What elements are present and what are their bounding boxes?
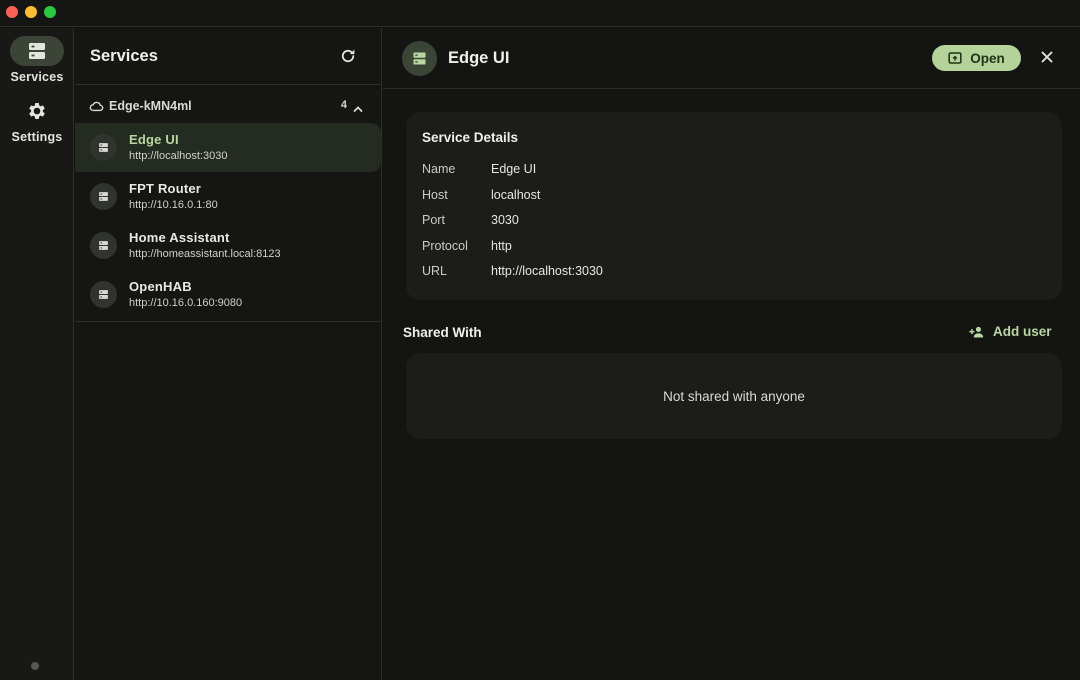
server-icon (413, 52, 426, 65)
detail-value: 3030 (491, 213, 519, 227)
services-panel: Services Edge-kMN4ml 4 Edge UI http://lo… (75, 28, 382, 680)
service-row-openhab[interactable]: OpenHAB http://10.16.0.160:9080 (75, 270, 381, 319)
service-url: http://localhost:3030 (129, 150, 228, 162)
add-user-button[interactable]: Add user (969, 324, 1052, 339)
detail-key: Protocol (422, 239, 468, 253)
service-avatar (402, 41, 437, 76)
empty-state-message: Not shared with anyone (663, 389, 805, 404)
detail-key: URL (422, 264, 448, 278)
nav-item-settings-pill (10, 96, 64, 126)
shared-with-title: Shared With (403, 325, 482, 340)
detail-value: http://localhost:3030 (491, 264, 603, 278)
open-button-label: Open (970, 50, 1005, 66)
service-name: FPT Router (129, 181, 202, 196)
detail-value: Edge UI (491, 162, 537, 176)
detail-key: Port (422, 213, 445, 227)
services-list: Edge UI http://localhost:3030 FPT Router… (75, 123, 381, 322)
nav-item-services-pill (10, 36, 64, 66)
minimize-window-button[interactable] (25, 6, 37, 18)
service-url: http://homeassistant.local:8123 (129, 248, 281, 260)
detail-row-host: Host localhost (422, 188, 1022, 206)
status-dot (31, 662, 39, 670)
detail-key: Host (422, 188, 448, 202)
service-url: http://10.16.0.160:9080 (129, 297, 243, 309)
detail-value: http (491, 239, 512, 253)
nav-item-settings[interactable]: Settings (0, 96, 74, 144)
nav-item-services[interactable]: Services (0, 36, 74, 84)
maximize-window-button[interactable] (44, 6, 56, 18)
add-user-icon (969, 326, 984, 337)
service-name: Edge UI (129, 132, 179, 147)
cloud-icon (89, 101, 104, 112)
detail-row-protocol: Protocol http (422, 239, 1022, 257)
service-row-home-assistant[interactable]: Home Assistant http://homeassistant.loca… (75, 221, 381, 270)
service-name: OpenHAB (129, 279, 192, 294)
close-window-button[interactable] (6, 6, 18, 18)
service-url: http://10.16.0.1:80 (129, 199, 218, 211)
detail-header: Edge UI Open (383, 28, 1080, 89)
detail-value: localhost (491, 188, 541, 202)
nav-item-services-label: Services (10, 70, 64, 84)
server-icon (99, 143, 108, 152)
open-button[interactable]: Open (932, 45, 1021, 71)
chevron-up-icon (353, 106, 363, 112)
group-name: Edge-kMN4ml (109, 99, 192, 113)
server-icon (99, 241, 108, 250)
group-count-badge: 4 (340, 99, 347, 111)
app-window: Services Settings Services Edge-kMN4ml 4… (0, 0, 1080, 680)
server-icon (29, 43, 45, 59)
add-user-label: Add user (993, 324, 1052, 339)
server-icon (99, 290, 108, 299)
refresh-icon (341, 49, 355, 63)
nav-rail: Services Settings (0, 28, 74, 680)
service-row-edge-ui[interactable]: Edge UI http://localhost:3030 (75, 123, 381, 172)
service-row-fpt-router[interactable]: FPT Router http://10.16.0.1:80 (75, 172, 381, 221)
server-icon (99, 192, 108, 201)
close-detail-button[interactable] (1040, 50, 1056, 66)
gear-icon (29, 103, 45, 119)
detail-row-name: Name Edge UI (422, 162, 1022, 180)
detail-panel: Edge UI Open Service Details Name Edge U… (383, 28, 1080, 680)
open-in-new-icon (948, 52, 962, 64)
service-name: Home Assistant (129, 230, 230, 245)
nav-item-settings-label: Settings (11, 130, 63, 144)
detail-row-url: URL http://localhost:3030 (422, 264, 1022, 282)
services-panel-title: Services (90, 47, 158, 65)
shared-with-card: Not shared with anyone (406, 353, 1062, 439)
services-panel-header: Services (75, 28, 381, 85)
service-details-title: Service Details (422, 130, 519, 145)
title-bar (0, 0, 1080, 27)
detail-title: Edge UI (448, 49, 510, 67)
close-icon (1041, 51, 1053, 63)
group-header[interactable]: Edge-kMN4ml 4 (75, 85, 381, 123)
detail-row-port: Port 3030 (422, 213, 1022, 231)
detail-key: Name (422, 162, 456, 176)
service-details-card: Service Details Name Edge UI Host localh… (406, 112, 1062, 300)
refresh-button[interactable] (339, 47, 359, 67)
